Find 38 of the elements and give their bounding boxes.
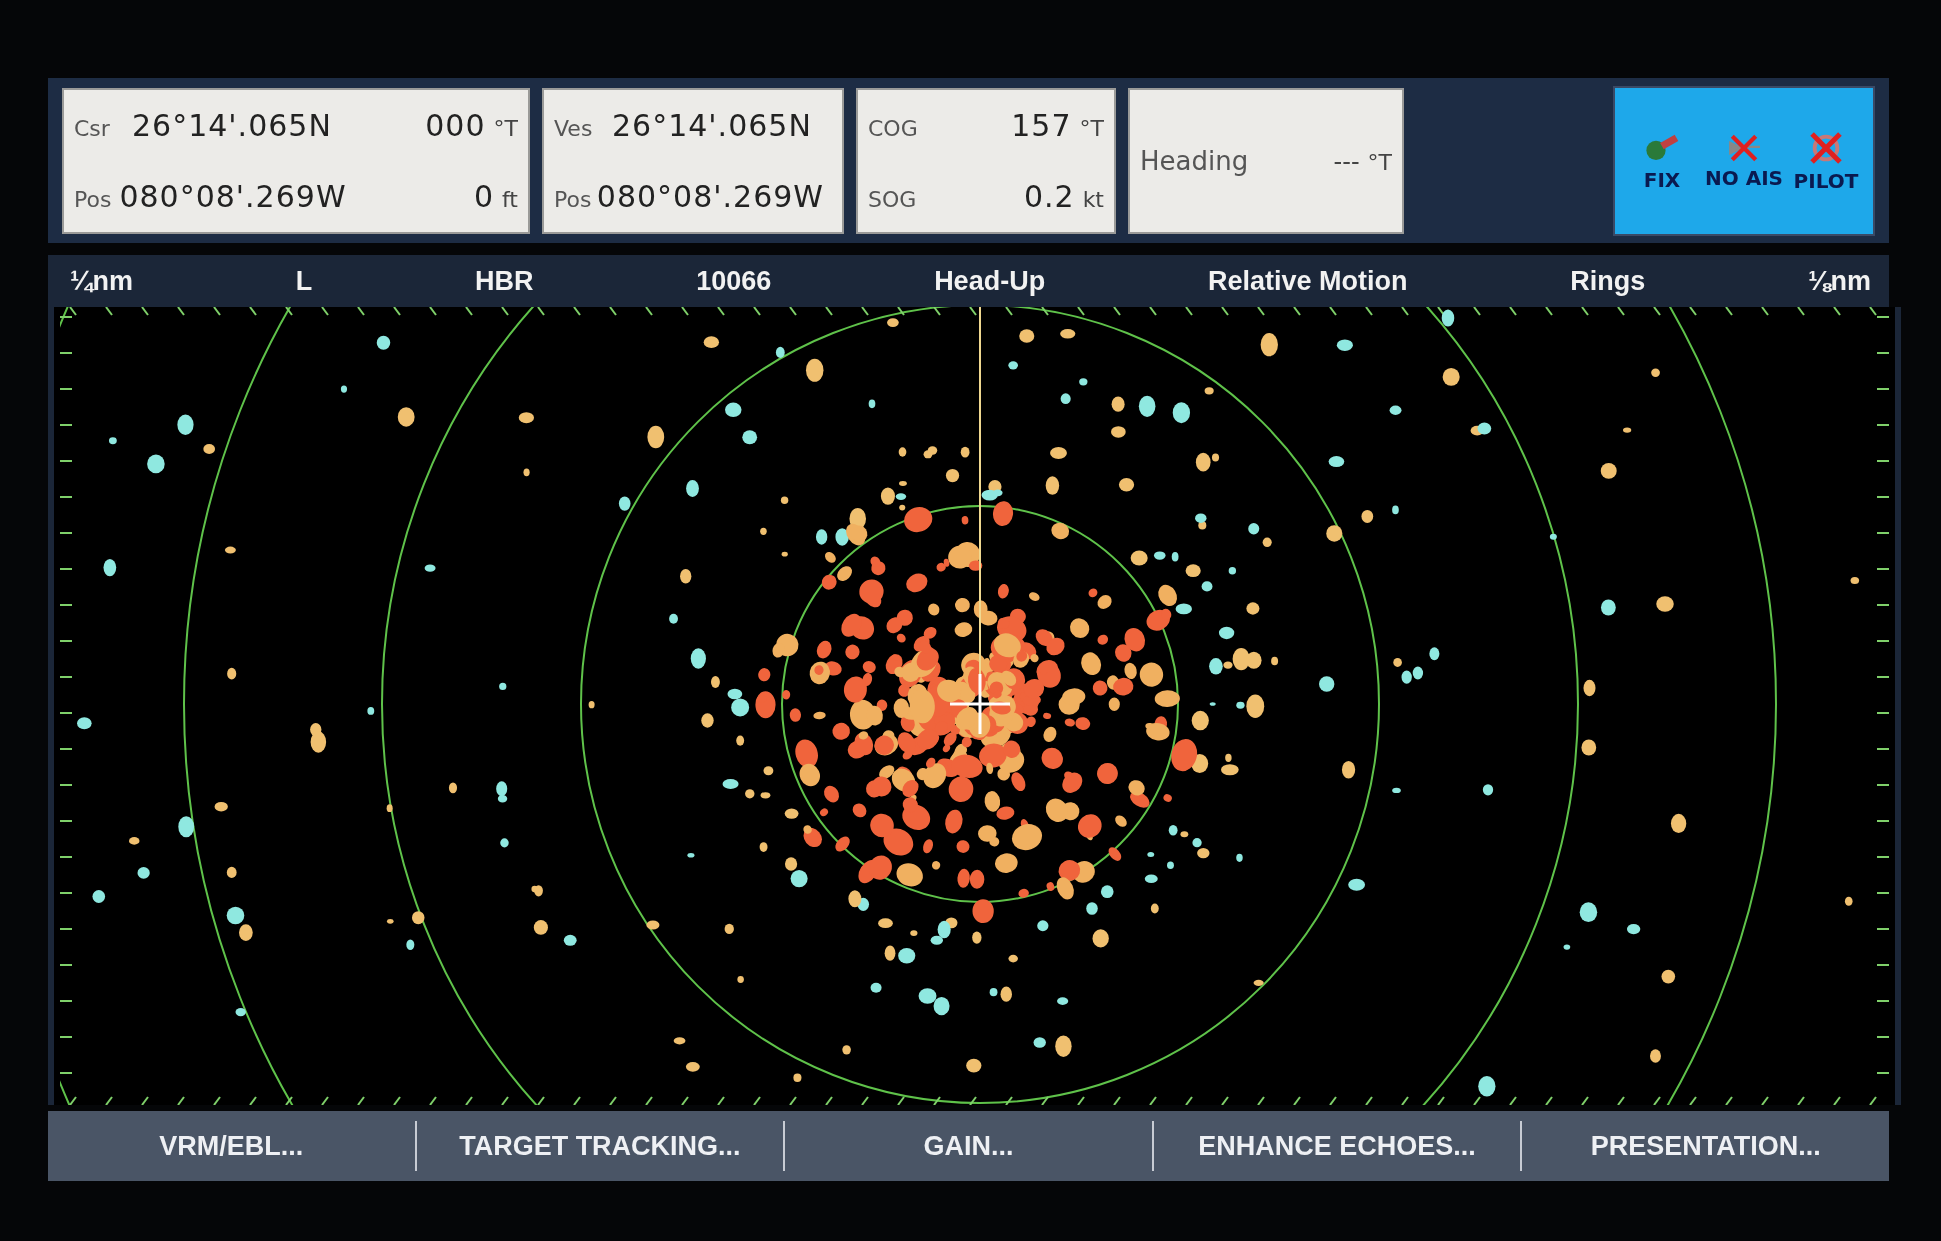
status-text: Relative Motion	[1207, 265, 1408, 297]
field-label: SOG	[868, 186, 917, 212]
unit-label: kt	[1082, 186, 1104, 212]
readout-value: 000	[425, 107, 486, 143]
field-label: COG	[868, 115, 918, 141]
softkey-button[interactable]: TARGET TRACKING...	[414, 1121, 784, 1171]
softkey-button[interactable]: GAIN...	[783, 1121, 1152, 1171]
field-label: Heading	[1140, 145, 1249, 176]
unit-label: °T	[1079, 115, 1104, 141]
latitude-value: 26°14'.065N	[612, 107, 812, 143]
readout-value: 0	[473, 178, 494, 214]
field-label: Pos	[74, 186, 112, 212]
readout-value: 0.2	[1023, 178, 1075, 214]
field-label: Pos	[554, 186, 589, 212]
status-text: Head-Up	[934, 265, 1046, 297]
unit-label: °T	[1367, 149, 1392, 175]
status-text: ¼nm	[70, 265, 134, 297]
status-text: Rings	[1570, 265, 1646, 297]
indicator-label: PILOT	[1793, 168, 1859, 193]
field-label: Ves	[554, 115, 594, 141]
softkey-button[interactable]: PRESENTATION...	[1520, 1121, 1889, 1171]
readout-value: 157	[1011, 107, 1072, 143]
softkey-button[interactable]: VRM/EBL...	[48, 1121, 415, 1171]
crosshair-icon	[948, 672, 1012, 736]
status-text: L	[295, 265, 313, 297]
softkey-button[interactable]: ENHANCE ECHOES...	[1151, 1121, 1521, 1171]
field-label: Csr	[74, 115, 111, 141]
indicator-label: NO AIS	[1705, 165, 1783, 190]
longitude-value: 080°08'.269W	[596, 178, 824, 214]
status-text: HBR	[475, 265, 534, 297]
longitude-value: 080°08'.269W	[119, 178, 347, 214]
status-text: 10066	[696, 265, 772, 297]
readout-value: ---	[1333, 147, 1360, 176]
latitude-value: 26°14'.065N	[132, 107, 332, 143]
unit-label: ft	[502, 186, 518, 212]
indicator-label: FIX	[1643, 167, 1681, 192]
unit-label: °T	[493, 115, 518, 141]
status-text: ⅛nm	[1807, 265, 1871, 297]
